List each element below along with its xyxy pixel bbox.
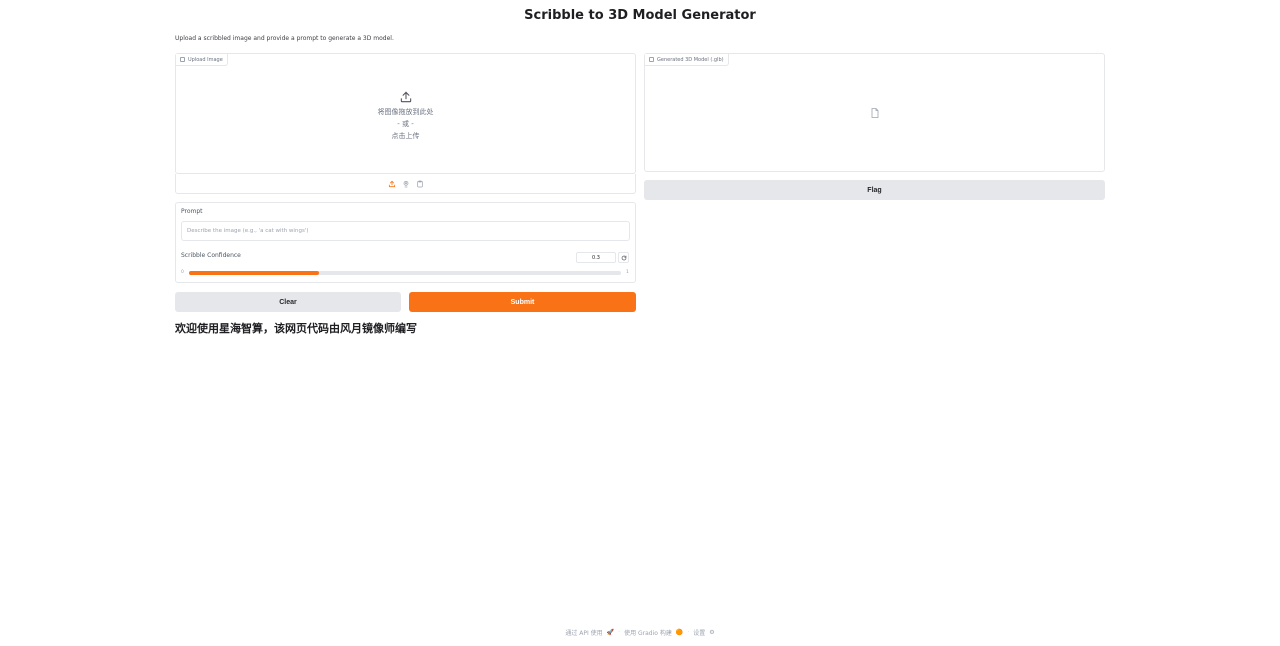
model-output-label: Generated 3D Model (.glb) bbox=[657, 56, 724, 63]
slider-fill bbox=[189, 271, 319, 275]
rocket-icon: 🚀 bbox=[606, 629, 615, 636]
gradio-link[interactable]: 使用 Gradio 构建 bbox=[624, 628, 672, 637]
drop-text: 将图像拖放到此处 bbox=[377, 108, 434, 116]
prompt-input[interactable]: Describe the image (e.g., 'a cat with wi… bbox=[181, 221, 630, 241]
slider-min-label: 0 bbox=[181, 270, 184, 275]
upload-icon[interactable] bbox=[388, 180, 396, 188]
image-upload-dropzone[interactable]: Upload Image 将图像拖放到此处 - 或 - 点击上传 bbox=[175, 53, 636, 174]
upload-image-label-tag: Upload Image bbox=[176, 54, 228, 66]
slider-max-label: 1 bbox=[626, 270, 629, 275]
upload-image-label: Upload Image bbox=[188, 56, 223, 63]
reset-icon[interactable] bbox=[618, 252, 629, 263]
upload-arrow-icon bbox=[400, 91, 411, 103]
footer-separator: · bbox=[687, 629, 690, 636]
submit-button[interactable]: Submit bbox=[409, 292, 636, 312]
gradio-logo-icon: 🟠 bbox=[675, 629, 684, 636]
image-icon bbox=[180, 57, 185, 62]
gear-icon: ⚙ bbox=[709, 629, 715, 636]
footer: 通过 API 使用 🚀 · 使用 Gradio 构建 🟠 · 设置 ⚙ bbox=[0, 628, 1280, 637]
flag-button[interactable]: Flag bbox=[644, 180, 1105, 200]
upload-source-toolbar bbox=[175, 174, 636, 194]
footer-separator: · bbox=[618, 629, 621, 636]
webcam-icon[interactable] bbox=[402, 180, 410, 188]
file-icon bbox=[871, 108, 879, 118]
scribble-confidence-slider[interactable] bbox=[189, 271, 621, 275]
prompt-label: Prompt bbox=[181, 208, 203, 215]
clear-button[interactable]: Clear bbox=[175, 292, 401, 312]
page-description: Upload a scribbled image and provide a p… bbox=[175, 35, 394, 42]
api-link[interactable]: 通过 API 使用 bbox=[565, 628, 602, 637]
model-output-label-tag: Generated 3D Model (.glb) bbox=[645, 54, 729, 66]
clipboard-icon[interactable] bbox=[416, 180, 424, 188]
app-page: Scribble to 3D Model Generator Upload a … bbox=[0, 0, 1280, 646]
scribble-confidence-number-input[interactable]: 0.3 bbox=[576, 252, 616, 263]
welcome-message: 欢迎使用星海智算，该网页代码由风月镜像师编写 bbox=[175, 322, 417, 335]
file-label-icon bbox=[649, 57, 654, 62]
page-title: Scribble to 3D Model Generator bbox=[524, 8, 756, 23]
settings-link[interactable]: 设置 bbox=[693, 628, 705, 637]
scribble-confidence-label: Scribble Confidence bbox=[181, 252, 241, 259]
click-upload-text[interactable]: 点击上传 bbox=[176, 130, 635, 142]
upload-instructions: 将图像拖放到此处 - 或 - 点击上传 bbox=[176, 90, 635, 142]
or-text: - 或 - bbox=[397, 120, 414, 128]
